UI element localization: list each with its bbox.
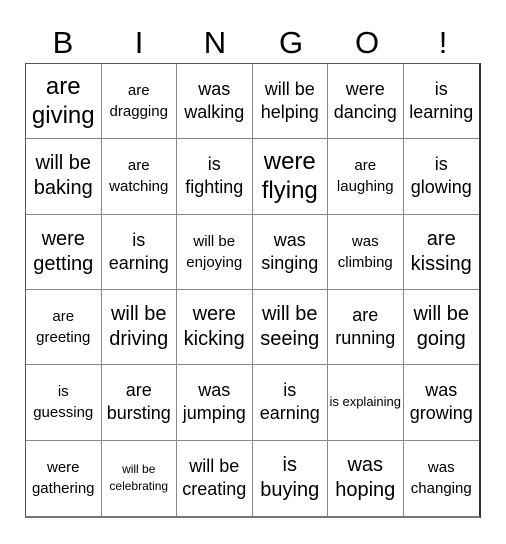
bingo-cell-text: is learning	[409, 79, 474, 123]
bingo-cell-text: is guessing	[33, 383, 94, 422]
bingo-cell-text: was singing	[261, 229, 319, 273]
bingo-cell[interactable]: are greeting	[26, 290, 102, 366]
bingo-cell-text: were flying	[261, 148, 318, 205]
bingo-cell-text: will be celebrating	[109, 462, 169, 494]
header-letter-g: G	[278, 25, 304, 60]
bingo-cell-text: are dragging	[109, 82, 168, 121]
bingo-cell[interactable]: is learning	[403, 64, 479, 140]
bingo-cell[interactable]: is explaining	[328, 365, 404, 441]
bingo-cell-text: were kicking	[183, 303, 245, 351]
bingo-cell[interactable]: were dancing	[328, 64, 404, 140]
bingo-cell-text: will be creating	[182, 456, 247, 500]
bingo-cell-text: are watching	[109, 157, 169, 196]
bingo-cell[interactable]: was hoping	[328, 440, 404, 516]
bingo-cell-text: is fighting	[185, 154, 244, 198]
bingo-cell-text: was growing	[409, 380, 473, 424]
header-letter-n: N	[203, 25, 227, 60]
bingo-cell[interactable]: will be driving	[101, 290, 177, 366]
bingo-cell[interactable]: is buying	[253, 440, 328, 516]
bingo-cell[interactable]: will be celebrating	[102, 440, 177, 516]
bingo-cell[interactable]: will be enjoying	[177, 214, 253, 290]
bingo-cell-text: is explaining	[329, 394, 402, 410]
bingo-cell[interactable]: will be creating	[177, 440, 253, 516]
bingo-cell-text: were getting	[33, 227, 94, 275]
bingo-cell-text: are bursting	[106, 380, 171, 424]
bingo-cell-text: was walking	[184, 79, 245, 123]
bingo-cell-text: will be helping	[260, 79, 319, 123]
bingo-cell[interactable]: were kicking	[177, 290, 253, 366]
bingo-cell[interactable]: is earning	[252, 365, 328, 441]
bingo-cell-text: will be enjoying	[186, 232, 243, 271]
bingo-cell[interactable]: was growing	[403, 365, 479, 441]
bingo-cell-text: are kissing	[410, 227, 472, 275]
bingo-cell-text: were gathering	[31, 459, 95, 498]
bingo-card-grid: are giving are dragging was walking will be…	[25, 63, 481, 518]
bingo-cell[interactable]: was walking	[177, 64, 253, 140]
bingo-cell[interactable]: was changing	[404, 441, 480, 516]
bingo-cell[interactable]: are giving	[26, 64, 102, 140]
bingo-cell[interactable]: was climbing	[328, 214, 404, 290]
bingo-cell[interactable]: will be baking	[26, 139, 102, 215]
bingo-cell[interactable]: were getting	[26, 214, 102, 290]
bingo-cell-text: was climbing	[337, 232, 393, 271]
bingo-cell[interactable]: will be seeing	[252, 290, 328, 366]
bingo-cell[interactable]: is glowing	[403, 139, 479, 215]
bingo-cell[interactable]: will be helping	[252, 64, 328, 140]
bingo-cell[interactable]: are bursting	[101, 365, 177, 441]
bingo-cell-text: is earning	[259, 380, 320, 424]
bingo-cell-text: are running	[335, 305, 396, 349]
bingo-cell-text: is earning	[108, 229, 169, 273]
bingo-cell[interactable]: are running	[328, 290, 404, 366]
bingo-cell[interactable]: was singing	[252, 214, 328, 290]
bingo-cell-text: will be seeing	[260, 303, 320, 351]
bingo-cell[interactable]: were flying	[252, 139, 328, 215]
header-letter-b: B	[52, 25, 74, 60]
header-letter-o: O	[354, 25, 380, 60]
header-letter-i: I	[134, 25, 144, 60]
bingo-cell-text: are greeting	[36, 308, 91, 347]
bingo-cell[interactable]: are watching	[101, 139, 177, 215]
bingo-cell[interactable]: are dragging	[101, 64, 177, 140]
bingo-cell-text: is buying	[260, 454, 320, 502]
bingo-cell-text: were dancing	[333, 79, 397, 123]
bingo-cell-text: is glowing	[410, 154, 472, 198]
bingo-cell[interactable]: are laughing	[328, 139, 404, 215]
bingo-cell[interactable]: are kissing	[403, 215, 479, 290]
bingo-cell[interactable]: was jumping	[177, 365, 253, 441]
bingo-cell-text: will be going	[413, 303, 470, 351]
bingo-cell[interactable]: is earning	[101, 214, 177, 290]
header-exclamation: !	[438, 25, 448, 60]
bingo-cell[interactable]: is fighting	[177, 139, 253, 215]
bingo-cell-text: are laughing	[336, 157, 394, 196]
bingo-cell-text: was jumping	[182, 380, 246, 424]
bingo-cell-text: are giving	[31, 73, 95, 130]
bingo-cell[interactable]: will be going	[403, 290, 479, 366]
bingo-cell[interactable]: were gathering	[26, 440, 102, 516]
bingo-cell[interactable]: is guessing	[26, 365, 102, 441]
bingo-header: B I N G O !	[25, 22, 481, 64]
bingo-cell-text: was changing	[410, 459, 472, 498]
bingo-cell-text: will be driving	[109, 303, 169, 351]
bingo-cell-text: will be baking	[33, 152, 93, 200]
bingo-cell-text: was hoping	[335, 454, 396, 502]
